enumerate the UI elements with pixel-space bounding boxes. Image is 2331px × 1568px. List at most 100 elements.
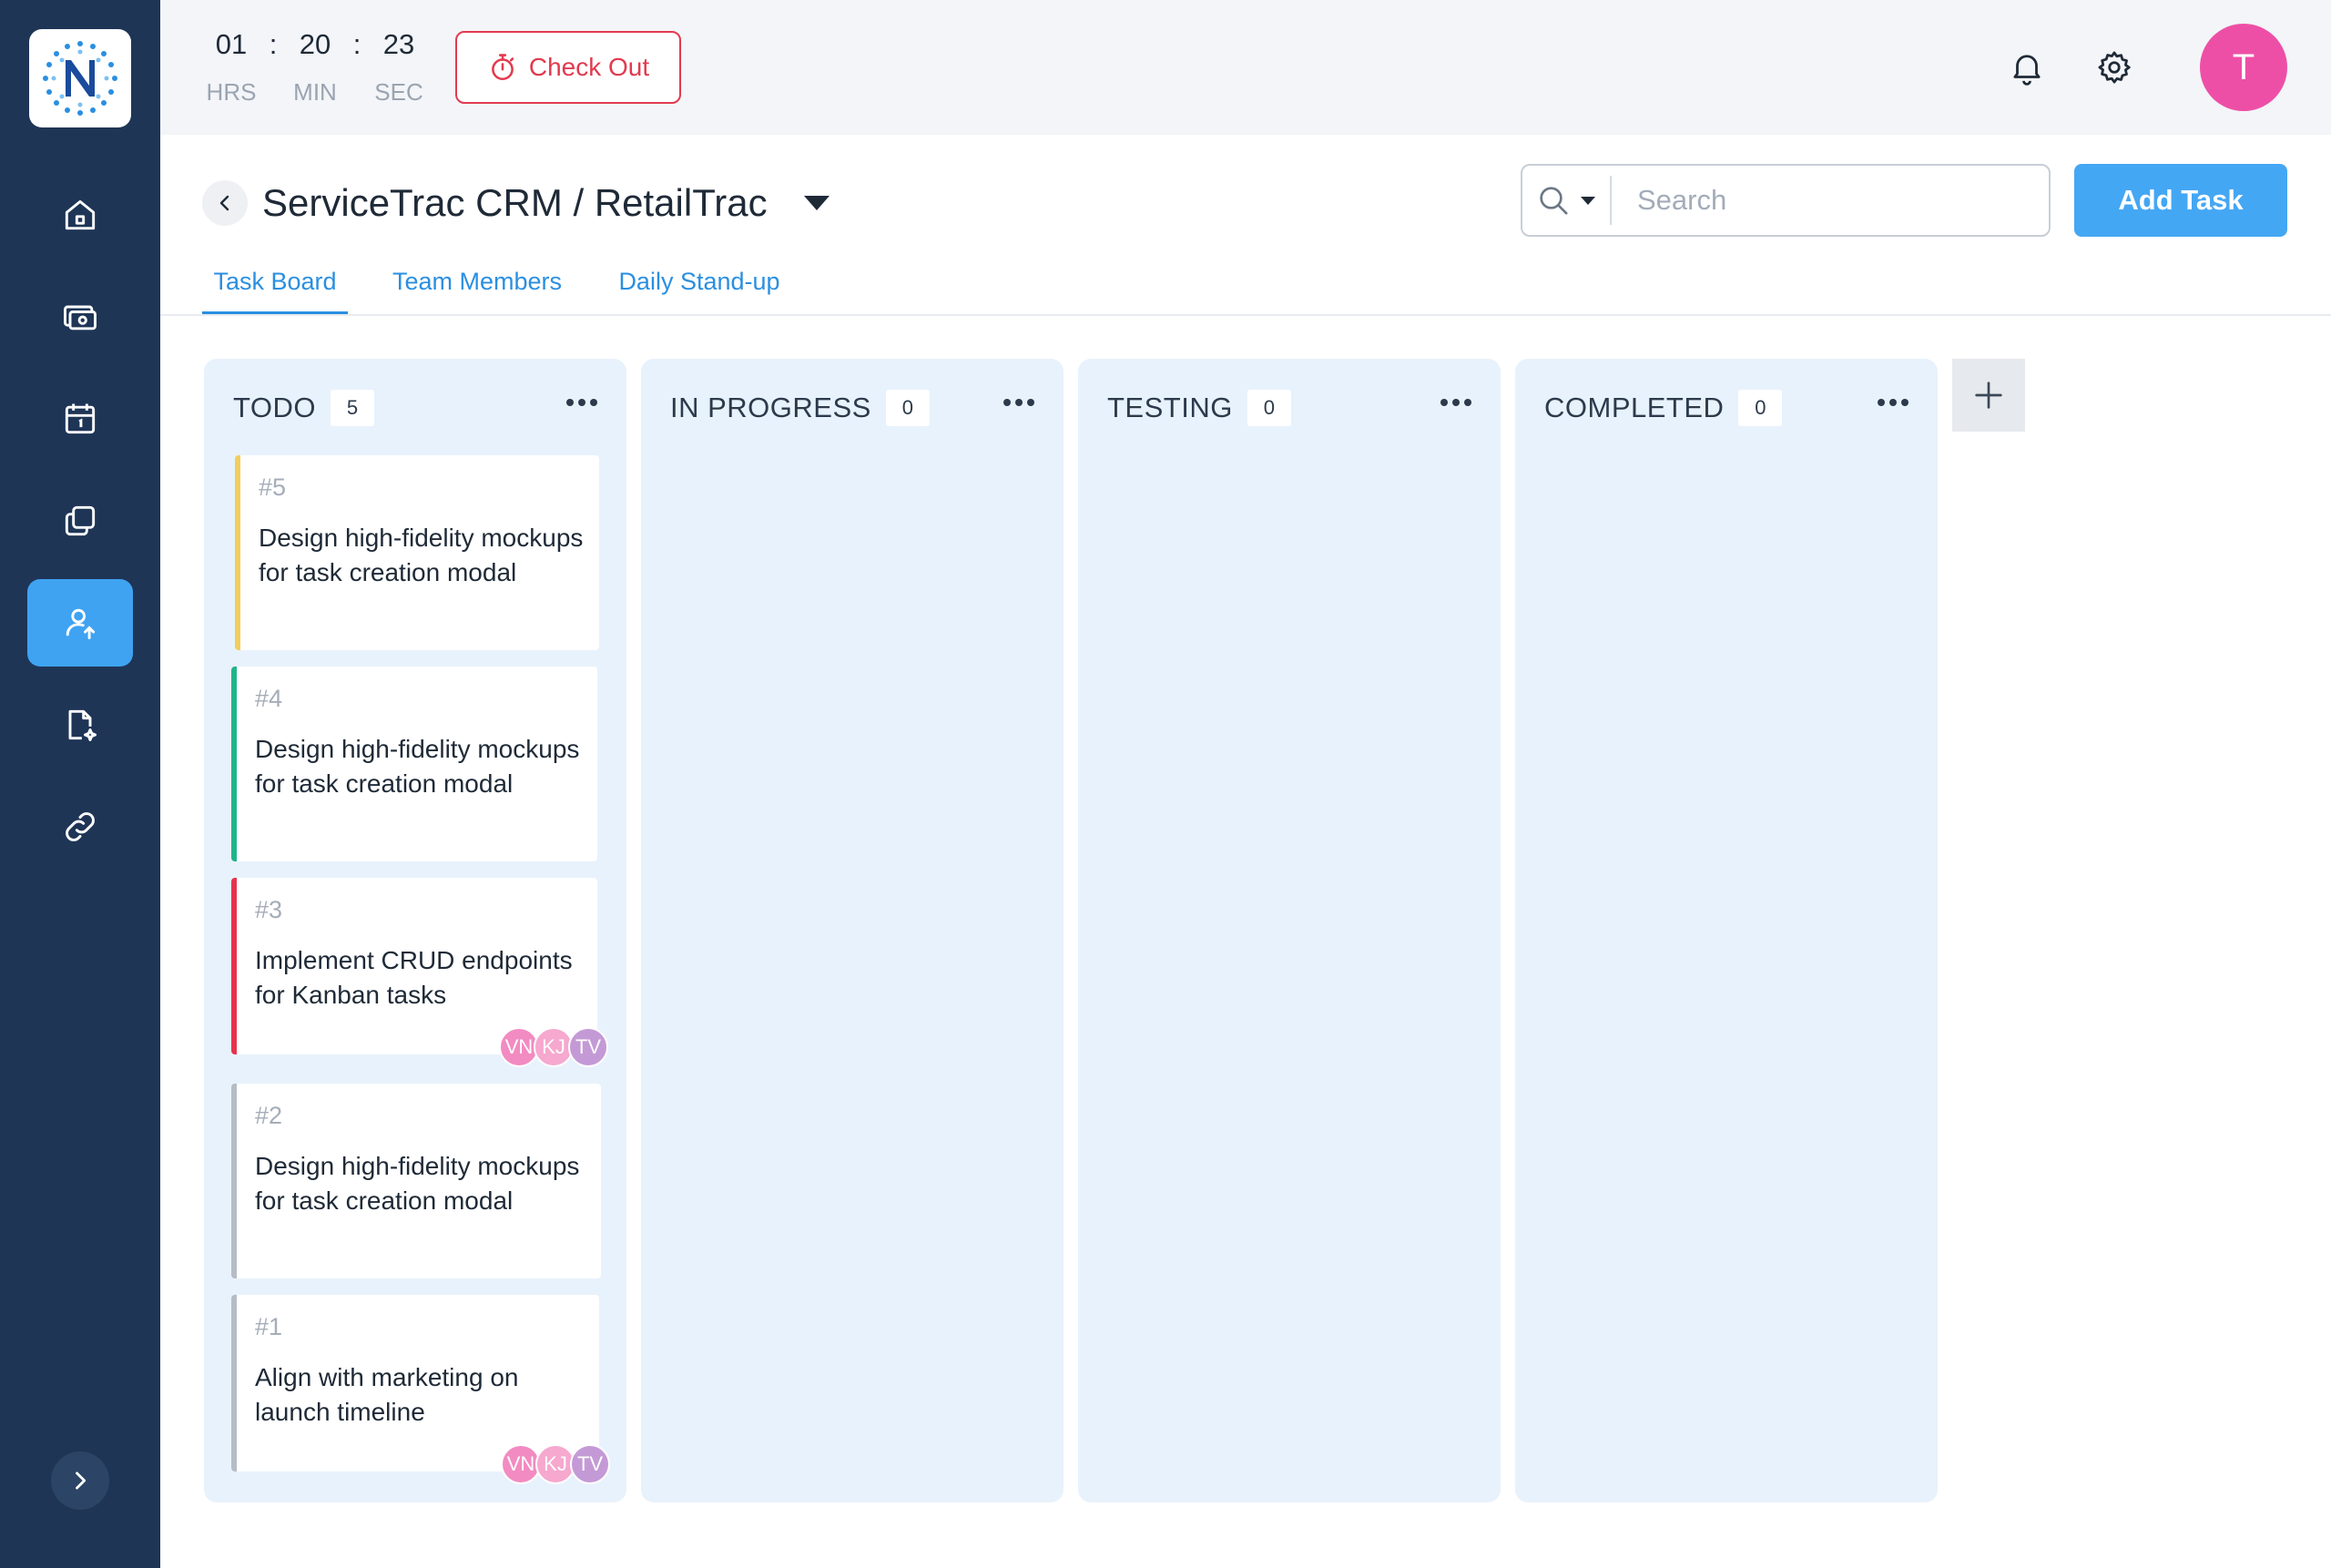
task-title: Implement CRUD endpoints for Kanban task…: [255, 946, 573, 1009]
add-task-button[interactable]: Add Task: [2074, 164, 2287, 237]
file-sparkle-icon: [68, 709, 97, 741]
sidebar-item-finance[interactable]: [27, 273, 133, 361]
sidebar-item-documents[interactable]: [27, 477, 133, 565]
calendar-icon: [65, 403, 96, 434]
add-column-button[interactable]: [1952, 359, 2025, 432]
home-icon: [65, 199, 96, 230]
sidebar-item-links[interactable]: [27, 783, 133, 871]
timer-minutes-value: 20: [299, 28, 331, 60]
timer-seconds-value: 23: [382, 28, 415, 60]
notifications-button[interactable]: [2003, 44, 2051, 91]
more-dot: [1901, 399, 1909, 406]
column-menu-button[interactable]: [1003, 399, 1034, 406]
work-timer: 01 HRS : 20 MIN : 23 SEC: [202, 25, 428, 107]
sidebar: [0, 0, 160, 1568]
more-dots-icon: [1878, 399, 1885, 406]
back-button[interactable]: [202, 180, 248, 226]
column-menu-button[interactable]: [1440, 399, 1471, 406]
avatar[interactable]: TV: [568, 1027, 608, 1067]
task-id: #1: [255, 1313, 283, 1340]
more-dot: [1889, 399, 1897, 406]
column-count-badge: 0: [1247, 390, 1291, 426]
column-title: TESTING: [1107, 392, 1233, 423]
tabs-divider: [160, 314, 2331, 316]
tab-bar: Task Board Team Members Daily Stand-up: [202, 262, 799, 315]
task-title: Align with marketing on launch timeline: [255, 1363, 519, 1426]
tab-task-board[interactable]: Task Board: [202, 262, 348, 315]
assignee-group: VN KJ TV: [501, 1444, 610, 1484]
tab-daily-standup[interactable]: Daily Stand-up: [599, 262, 799, 315]
timer-separator: :: [352, 28, 361, 60]
task-title: Design high-fidelity mockups for task cr…: [259, 524, 584, 586]
user-avatar[interactable]: T: [2200, 24, 2287, 111]
check-out-label: Check Out: [528, 53, 650, 81]
task-title: Design high-fidelity mockups for task cr…: [255, 1152, 580, 1215]
app-logo[interactable]: [29, 29, 131, 127]
timer-minutes: 20 MIN: [286, 25, 344, 107]
project-dropdown-toggle[interactable]: [801, 191, 832, 219]
timer-minutes-label: MIN: [293, 78, 337, 106]
search-icon: [1540, 187, 1568, 215]
more-dots-icon: [1440, 399, 1448, 406]
board-column-testing: TESTING 0: [1078, 359, 1501, 1502]
column-title: COMPLETED: [1544, 392, 1725, 423]
more-dot: [1464, 399, 1471, 406]
link-icon: [66, 812, 95, 841]
timer-hours-label: HRS: [206, 78, 257, 106]
task-card[interactable]: #4 Design high-fidelity mockups for task…: [231, 667, 597, 861]
more-dot: [1027, 399, 1034, 406]
column-count-badge: 5: [331, 390, 374, 426]
user-upload-icon: [66, 608, 96, 639]
task-id: #4: [255, 685, 283, 712]
task-card[interactable]: #1 Align with marketing on launch timeli…: [231, 1295, 610, 1484]
timer-separator: :: [269, 28, 278, 60]
caret-down-icon: [804, 196, 830, 210]
topbar: 01 HRS : 20 MIN : 23 SEC Check Out T: [160, 0, 2331, 135]
search-input[interactable]: [1612, 166, 2049, 235]
assignee-group: VN KJ TV: [499, 1027, 608, 1067]
more-dot: [1452, 399, 1460, 406]
timer-seconds-label: SEC: [374, 78, 423, 106]
task-id: #2: [255, 1102, 283, 1129]
column-header: TODO 5: [233, 390, 374, 426]
sidebar-expand-button[interactable]: [51, 1451, 109, 1510]
task-card[interactable]: #2 Design high-fidelity mockups for task…: [231, 1084, 601, 1278]
column-header: IN PROGRESS 0: [670, 390, 930, 426]
column-header: COMPLETED 0: [1544, 390, 1783, 426]
stopwatch-icon: [491, 54, 514, 81]
search-filter-toggle[interactable]: [1522, 176, 1612, 225]
logo-icon: [43, 41, 117, 116]
check-out-button[interactable]: Check Out: [455, 31, 681, 104]
task-id: #5: [259, 473, 287, 501]
plus-icon: [1975, 382, 2002, 409]
task-id: #3: [255, 896, 283, 923]
tab-team-members[interactable]: Team Members: [377, 262, 577, 315]
task-card[interactable]: #5 Design high-fidelity mockups for task…: [235, 455, 599, 650]
board-column-completed: COMPLETED 0: [1515, 359, 1938, 1502]
bell-icon: [2013, 55, 2041, 86]
column-count-badge: 0: [885, 390, 930, 426]
column-menu-button[interactable]: [566, 399, 597, 406]
sidebar-item-projects[interactable]: [27, 579, 133, 667]
sidebar-item-home[interactable]: [27, 171, 133, 259]
settings-button[interactable]: [2091, 44, 2138, 91]
gear-icon: [2098, 51, 2131, 84]
sidebar-item-calendar[interactable]: [27, 375, 133, 463]
board-column-in-progress: IN PROGRESS 0: [641, 359, 1064, 1502]
timer-hours: 01 HRS: [202, 25, 260, 107]
avatar[interactable]: TV: [570, 1444, 610, 1484]
timer-seconds: 23 SEC: [370, 25, 428, 107]
column-title: IN PROGRESS: [670, 392, 871, 423]
column-title: TODO: [233, 392, 316, 423]
timer-hours-value: 01: [215, 28, 248, 60]
sidebar-item-reports[interactable]: [27, 681, 133, 769]
search-box: [1521, 164, 2051, 237]
task-card[interactable]: #3 Implement CRUD endpoints for Kanban t…: [231, 878, 608, 1067]
more-dot: [578, 399, 585, 406]
column-count-badge: 0: [1738, 390, 1783, 426]
more-dot: [1015, 399, 1023, 406]
money-icon: [64, 305, 97, 331]
more-dots-icon: [566, 399, 574, 406]
column-menu-button[interactable]: [1878, 399, 1909, 406]
more-dot: [590, 399, 597, 406]
